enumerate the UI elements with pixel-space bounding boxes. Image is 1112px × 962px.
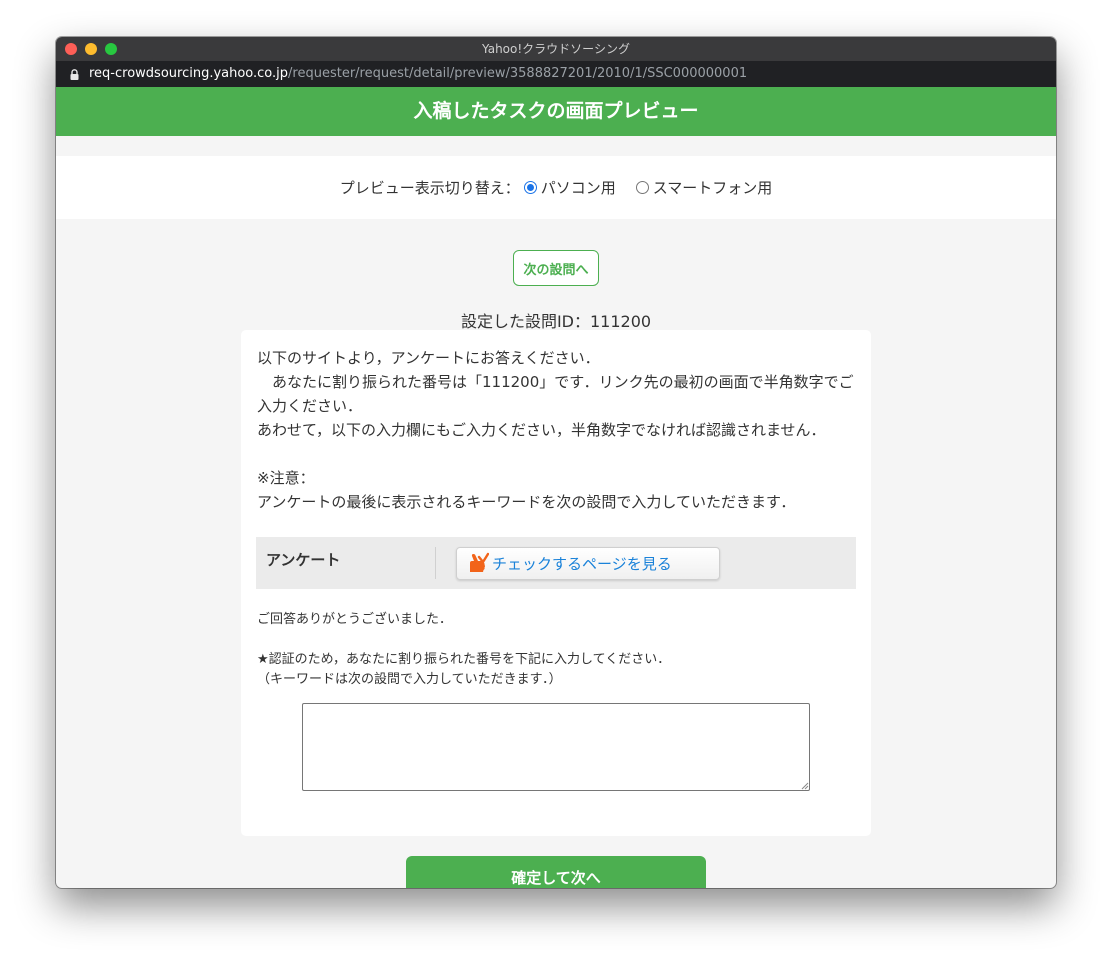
- address-bar[interactable]: req-crowdsourcing.yahoo.co.jp/requester/…: [56, 61, 1056, 87]
- thanks-text: ご回答ありがとうございました．: [257, 612, 453, 627]
- instructions-text: 以下のサイトより，アンケートにお答えください． あなたに割り振られた番号は「11…: [257, 349, 854, 511]
- maximize-window-button[interactable]: [105, 43, 117, 55]
- preview-radio-group: パソコン用 スマートフォン用: [520, 177, 773, 198]
- window-title: Yahoo!クラウドソーシング: [482, 42, 630, 56]
- close-window-button[interactable]: [65, 43, 77, 55]
- resize-grip-icon[interactable]: [800, 781, 809, 790]
- url-host: req-crowdsourcing.yahoo.co.jp: [89, 66, 289, 81]
- radio-option-pc[interactable]: パソコン用: [523, 177, 616, 198]
- survey-label: アンケート: [256, 547, 436, 579]
- check-page-button-label: チェックするページを見る: [492, 554, 672, 573]
- preview-switch-bar: プレビュー表示切り替え： パソコン用 スマートフォン用: [56, 156, 1056, 219]
- preview-switch-label: プレビュー表示切り替え：: [339, 179, 520, 197]
- page-header: 入稿したタスクの画面プレビュー: [56, 87, 1056, 136]
- auth-note: ★認証のため，あなたに割り振られた番号を下記に入力してください． （キーワードは…: [257, 652, 671, 687]
- window-controls: [65, 43, 117, 55]
- title-bar: Yahoo!クラウドソーシング: [56, 37, 1056, 61]
- answer-textarea[interactable]: [302, 703, 810, 791]
- radio-option-smartphone[interactable]: スマートフォン用: [635, 177, 773, 198]
- radio-smartphone-label: スマートフォン用: [652, 179, 773, 197]
- browser-window: Yahoo!クラウドソーシング req-crowdsourcing.yahoo.…: [56, 37, 1056, 888]
- submit-next-button[interactable]: 確定して次へ: [406, 856, 706, 888]
- task-card: 以下のサイトより，アンケートにお答えください． あなたに割り振られた番号は「11…: [241, 330, 871, 836]
- lock-icon: [70, 68, 79, 80]
- radio-pc-label: パソコン用: [540, 179, 616, 197]
- check-page-button[interactable]: チェックするページを見る: [456, 546, 720, 580]
- page-title: 入稿したタスクの画面プレビュー: [413, 100, 699, 122]
- radio-smartphone[interactable]: [635, 181, 649, 194]
- next-question-button[interactable]: 次の設問へ: [513, 250, 599, 286]
- survey-row: アンケート チェックするページを見る: [256, 537, 856, 589]
- question-id-label: 設定した設問ID：111200: [460, 312, 652, 331]
- minimize-window-button[interactable]: [85, 43, 97, 55]
- hand-check-icon: [470, 552, 489, 572]
- url-path: /requester/request/detail/preview/358882…: [288, 66, 748, 81]
- radio-pc[interactable]: [523, 181, 537, 194]
